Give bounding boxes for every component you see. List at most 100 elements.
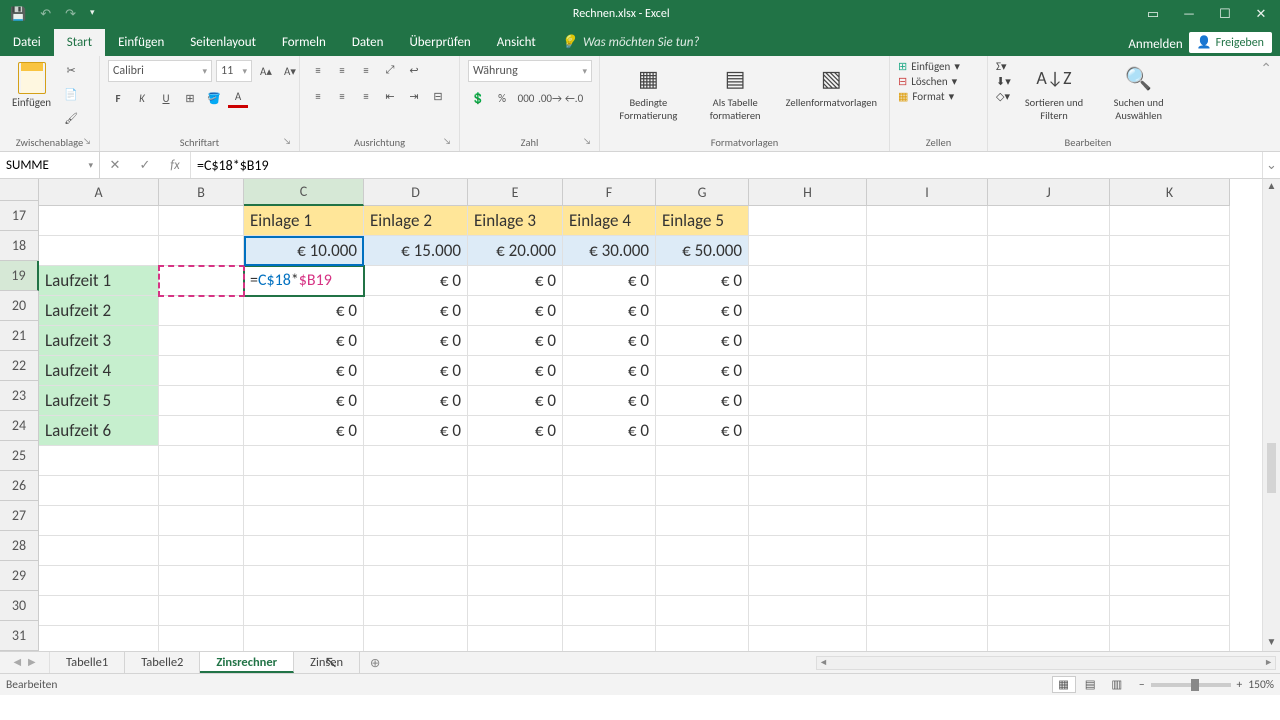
cell-F19[interactable]: € 0: [563, 266, 656, 296]
row-header-23[interactable]: 23: [0, 381, 39, 411]
cell-A25[interactable]: [39, 446, 159, 476]
cell-A28[interactable]: [39, 536, 159, 566]
column-header-E[interactable]: E: [468, 179, 563, 206]
tab-daten[interactable]: Daten: [339, 29, 397, 56]
row-header-29[interactable]: 29: [0, 561, 39, 591]
cell-J23[interactable]: [988, 386, 1110, 416]
sort-filter-button[interactable]: A↓ZSortieren und Filtern: [1017, 60, 1091, 124]
bold-button[interactable]: F: [108, 88, 128, 108]
comma-icon[interactable]: 000: [516, 88, 536, 108]
cell-D21[interactable]: € 0: [364, 326, 468, 356]
row-header-24[interactable]: 24: [0, 411, 39, 441]
tab-ansicht[interactable]: Ansicht: [484, 29, 549, 56]
cell-J24[interactable]: [988, 416, 1110, 446]
cut-icon[interactable]: ✂: [61, 60, 81, 80]
cell-A20[interactable]: Laufzeit 2: [39, 296, 159, 326]
cell-B25[interactable]: [159, 446, 244, 476]
italic-button[interactable]: K: [132, 88, 152, 108]
cell-H25[interactable]: [749, 446, 867, 476]
font-name-combo[interactable]: Calibri: [108, 60, 212, 82]
cell-K31[interactable]: [1110, 626, 1230, 651]
cell-J20[interactable]: [988, 296, 1110, 326]
cell-K30[interactable]: [1110, 596, 1230, 626]
cell-H19[interactable]: [749, 266, 867, 296]
cell-J17[interactable]: [988, 206, 1110, 236]
decrease-decimal-icon[interactable]: ←.0: [564, 88, 584, 108]
cell-K25[interactable]: [1110, 446, 1230, 476]
dialog-launcher-icon[interactable]: ↘: [283, 136, 291, 147]
sheet-tab-zinsrechner[interactable]: Zinsrechner: [200, 652, 294, 673]
cell-K18[interactable]: [1110, 236, 1230, 266]
align-bottom-icon[interactable]: ≡: [356, 60, 376, 80]
cell-I20[interactable]: [867, 296, 988, 326]
cell-E23[interactable]: € 0: [468, 386, 563, 416]
currency-icon[interactable]: 💲: [468, 88, 488, 108]
vertical-scrollbar[interactable]: ▲ ▼: [1262, 179, 1280, 651]
cell-D25[interactable]: [364, 446, 468, 476]
cell-J18[interactable]: [988, 236, 1110, 266]
cell-D29[interactable]: [364, 566, 468, 596]
cell-D27[interactable]: [364, 506, 468, 536]
cell-B27[interactable]: [159, 506, 244, 536]
scroll-down-icon[interactable]: ▼: [1263, 635, 1280, 651]
cell-A31[interactable]: [39, 626, 159, 651]
cell-I27[interactable]: [867, 506, 988, 536]
cell-H23[interactable]: [749, 386, 867, 416]
cell-G17[interactable]: Einlage 5: [656, 206, 749, 236]
cell-I18[interactable]: [867, 236, 988, 266]
cell-G21[interactable]: € 0: [656, 326, 749, 356]
cell-C25[interactable]: [244, 446, 364, 476]
cell-K29[interactable]: [1110, 566, 1230, 596]
cell-B18[interactable]: [159, 236, 244, 266]
cell-G18[interactable]: € 50.000: [656, 236, 749, 266]
cell-A30[interactable]: [39, 596, 159, 626]
grow-font-icon[interactable]: A▴: [256, 61, 276, 81]
row-header-22[interactable]: 22: [0, 351, 39, 381]
fill-color-icon[interactable]: 🪣: [204, 88, 224, 108]
cell-F28[interactable]: [563, 536, 656, 566]
maximize-icon[interactable]: ☐: [1210, 7, 1240, 22]
cell-H20[interactable]: [749, 296, 867, 326]
cell-J30[interactable]: [988, 596, 1110, 626]
underline-button[interactable]: U: [156, 88, 176, 108]
cell-I22[interactable]: [867, 356, 988, 386]
cell-D22[interactable]: € 0: [364, 356, 468, 386]
tab-einfuegen[interactable]: Einfügen: [105, 29, 177, 56]
cell-F21[interactable]: € 0: [563, 326, 656, 356]
close-icon[interactable]: ✕: [1246, 7, 1276, 22]
cell-A29[interactable]: [39, 566, 159, 596]
cell-B29[interactable]: [159, 566, 244, 596]
cell-K21[interactable]: [1110, 326, 1230, 356]
cell-E18[interactable]: € 20.000: [468, 236, 563, 266]
cell-K17[interactable]: [1110, 206, 1230, 236]
select-all-button[interactable]: [0, 179, 39, 201]
dialog-launcher-icon[interactable]: ↘: [83, 136, 91, 147]
cell-A26[interactable]: [39, 476, 159, 506]
cell-B20[interactable]: [159, 296, 244, 326]
cell-G22[interactable]: € 0: [656, 356, 749, 386]
cell-G25[interactable]: [656, 446, 749, 476]
tell-me[interactable]: 💡Was möchten Sie tun?: [549, 29, 712, 56]
cell-B22[interactable]: [159, 356, 244, 386]
cell-H29[interactable]: [749, 566, 867, 596]
tab-start[interactable]: Start: [54, 29, 105, 56]
column-header-A[interactable]: A: [39, 179, 159, 206]
cell-E26[interactable]: [468, 476, 563, 506]
cell-I29[interactable]: [867, 566, 988, 596]
cell-B21[interactable]: [159, 326, 244, 356]
cell-E25[interactable]: [468, 446, 563, 476]
cell-K22[interactable]: [1110, 356, 1230, 386]
cell-D31[interactable]: [364, 626, 468, 651]
cell-F24[interactable]: € 0: [563, 416, 656, 446]
sheet-tab-zinsen[interactable]: Zinsen↖: [294, 652, 360, 673]
cell-J27[interactable]: [988, 506, 1110, 536]
row-header-31[interactable]: 31: [0, 621, 39, 651]
cell-G19[interactable]: € 0: [656, 266, 749, 296]
cell-B19[interactable]: [159, 266, 244, 296]
column-header-B[interactable]: B: [159, 179, 244, 206]
increase-indent-icon[interactable]: ⇥: [404, 86, 424, 106]
number-format-combo[interactable]: Währung: [468, 60, 592, 82]
cell-D24[interactable]: € 0: [364, 416, 468, 446]
cell-I19[interactable]: [867, 266, 988, 296]
cell-H17[interactable]: [749, 206, 867, 236]
